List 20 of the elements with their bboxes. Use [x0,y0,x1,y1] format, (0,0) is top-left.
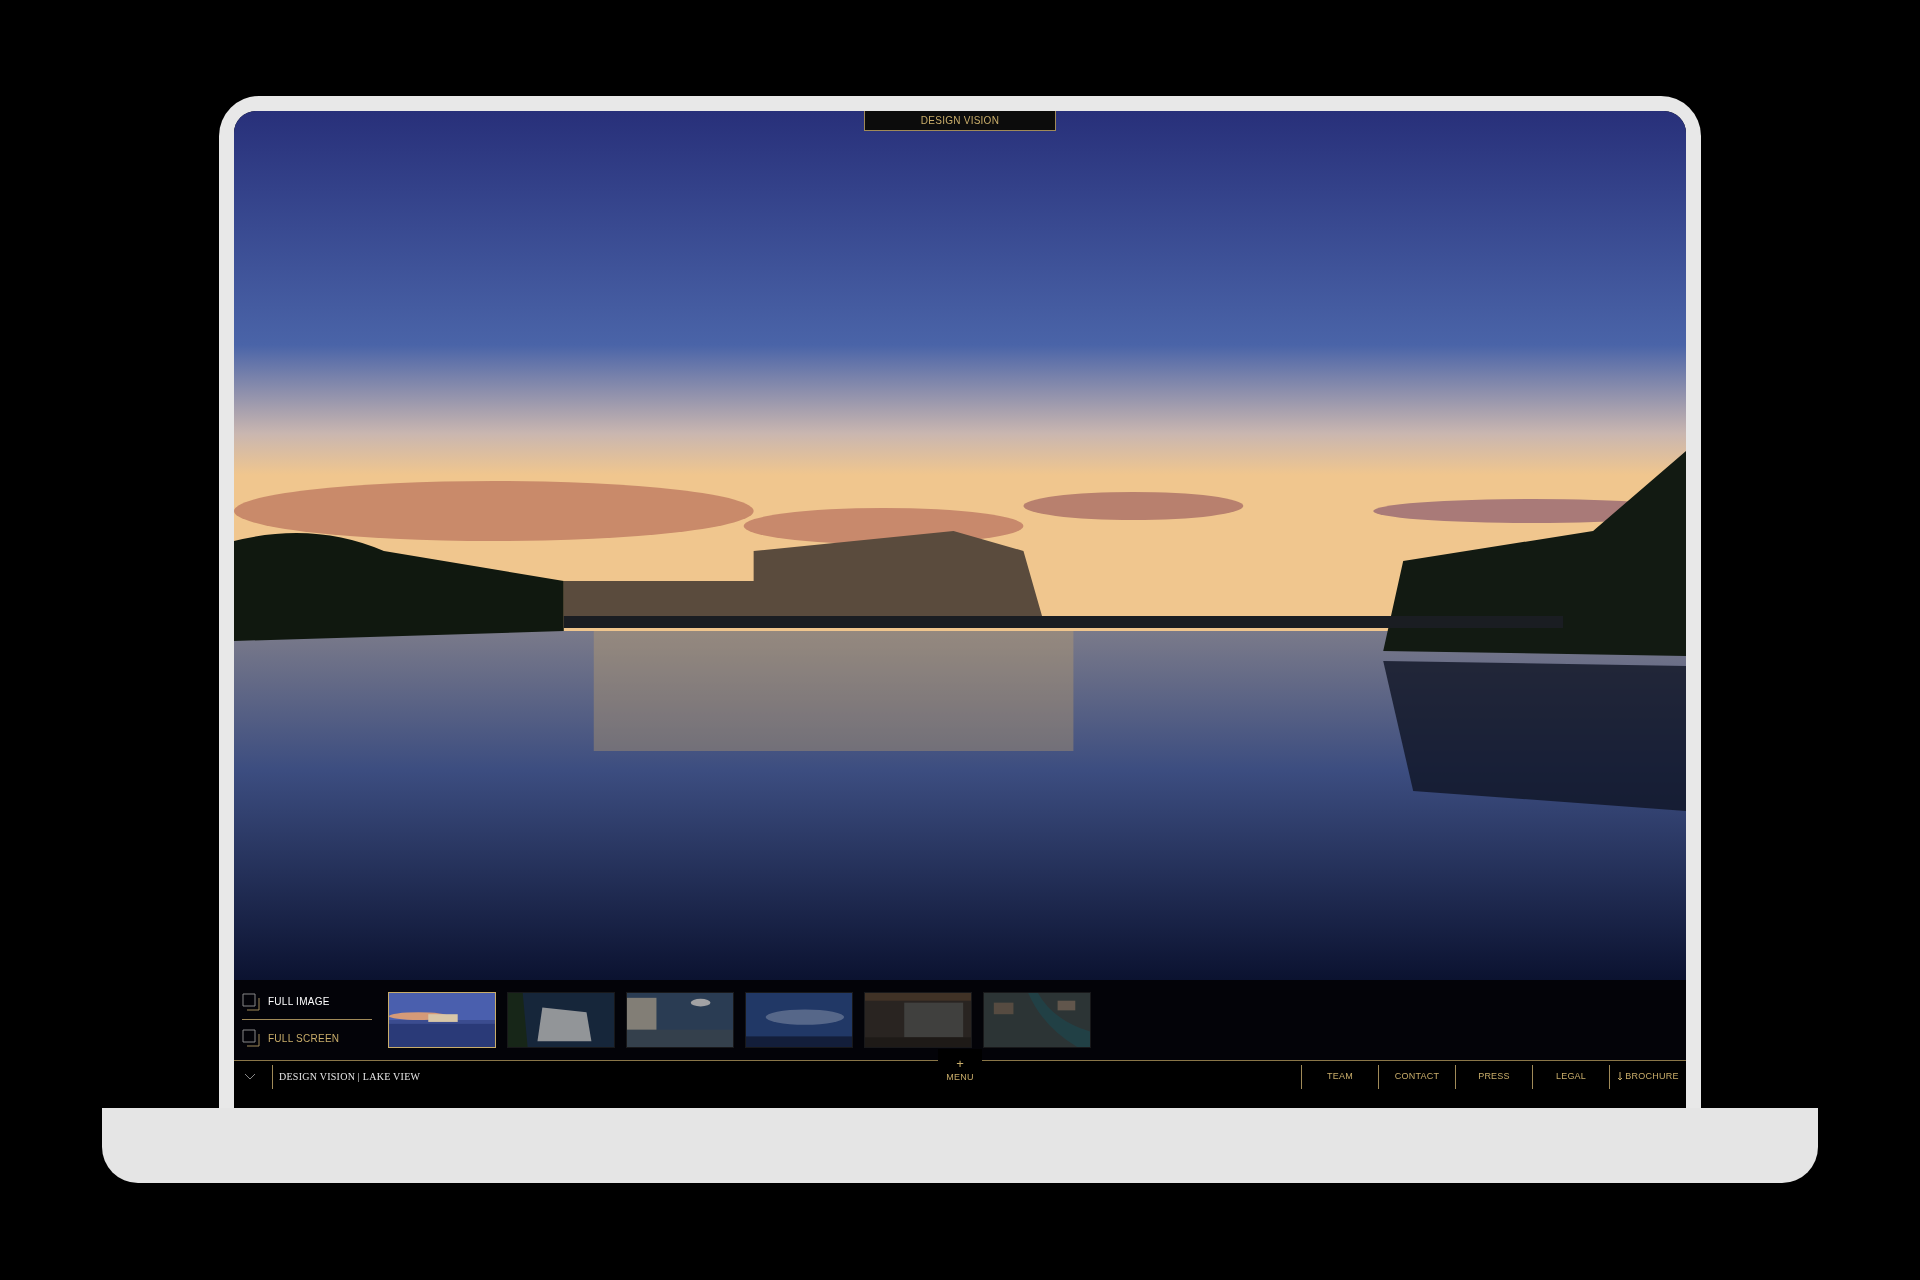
section-title: DESIGN VISION [920,114,1000,128]
thumbnail[interactable] [983,992,1091,1048]
section-tab[interactable]: DESIGN VISION [864,111,1056,131]
footer-link[interactable]: LEGAL [1533,1069,1609,1084]
breadcrumb: DESIGN VISION | LAKE VIEW [279,1070,421,1084]
footer-link[interactable]: PRESS [1456,1069,1532,1084]
thumbnail[interactable] [388,992,496,1048]
frame-icon [242,1029,260,1047]
footer-link[interactable]: CONTACT [1379,1069,1455,1084]
chevron-down-icon[interactable] [244,1072,256,1081]
thumbnail[interactable] [864,992,972,1048]
download-arrow-icon [1617,1072,1624,1081]
frame-icon [242,992,260,1011]
thumbnail[interactable] [745,992,853,1048]
footer-link[interactable]: TEAM [1302,1069,1378,1084]
view-mode-option[interactable]: FULL SCREEN [242,1020,372,1056]
brochure-link[interactable]: BROCHURE [1610,1069,1686,1084]
thumbnail[interactable] [626,992,734,1048]
view-mode-option[interactable]: FULL IMAGE [242,984,372,1020]
thumbnail[interactable] [507,992,615,1048]
